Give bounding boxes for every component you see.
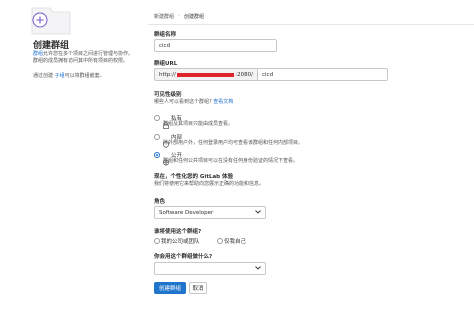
sidebar-description: 群组允许您在多个项目之间进行管理与协作。 群组的成员拥有访问其中所有项目的权限。: [33, 51, 134, 64]
visibility-public-radio[interactable]: [154, 152, 160, 158]
group-url-label: 群组URL: [154, 61, 178, 67]
group-name-input[interactable]: cicd: [154, 39, 277, 52]
group-docs-link[interactable]: 群组: [33, 51, 43, 57]
who-just-me-label: 仅我自己: [224, 239, 247, 245]
visibility-title: 可见性级别: [154, 92, 182, 98]
chevron-down-icon: [255, 209, 261, 216]
breadcrumb-current: 创建群组: [184, 14, 205, 20]
visibility-public-desc: 群组和任何公共项目可以在没有任何身份验证的情况下查看。: [163, 158, 299, 164]
group-name-label: 群组名称: [154, 32, 177, 38]
role-select-value: Software Developer: [159, 209, 214, 216]
cancel-button[interactable]: 取消: [189, 282, 207, 294]
create-group-button[interactable]: 创建群组: [154, 282, 186, 294]
subgroup-link[interactable]: 子组: [55, 73, 65, 79]
visibility-internal-desc: 除外部用户外，任何登录用户均可查看该群组和任何内部项目。: [163, 140, 304, 146]
chevron-down-icon: [255, 265, 261, 272]
who-company-label: 我的公司或团队: [161, 239, 200, 245]
breadcrumb-new-group[interactable]: 新建群组: [154, 13, 174, 20]
url-scheme: http://: [159, 71, 176, 78]
personalize-title: 现在，个性化您的 GitLab 体验: [154, 174, 234, 180]
role-select[interactable]: Software Developer: [154, 206, 266, 219]
redacted-host: [176, 72, 235, 77]
visibility-docs-link[interactable]: 查看文档: [213, 99, 233, 105]
visibility-private-desc: 群组及其项目只能由成员查看。: [163, 121, 234, 127]
group-path-input[interactable]: cicd: [258, 68, 388, 81]
role-label: 角色: [154, 199, 166, 205]
sidebar-import-note: 通过创建 子组可以将群组嵌套。: [33, 73, 105, 79]
group-name-value: cicd: [159, 42, 171, 49]
breadcrumb-separator: ›: [178, 13, 181, 19]
url-port: :2080/: [235, 71, 253, 78]
who-label: 谁将使用这个群组?: [154, 229, 202, 235]
sidebar-title: 创建群组: [33, 41, 70, 51]
header-divider: [148, 24, 474, 25]
who-company-radio[interactable]: [154, 238, 160, 244]
group-url-prefix: http:// :2080/: [154, 68, 258, 81]
visibility-question: 哪些人可以看到这个群组? 查看文档: [154, 99, 234, 105]
folder-icon: [30, 5, 72, 35]
purpose-select[interactable]: [154, 262, 266, 275]
group-path-value: cicd: [262, 71, 274, 78]
personalize-desc: 我们将使用它来帮助向您展示正确的功能和信息。: [154, 181, 265, 187]
visibility-internal-radio[interactable]: [154, 134, 160, 140]
visibility-private-radio[interactable]: [154, 115, 160, 121]
breadcrumb: 新建群组 › 创建群组: [154, 13, 204, 20]
who-just-me-radio[interactable]: [217, 238, 223, 244]
purpose-label: 你会用这个群组做什么?: [154, 254, 213, 260]
